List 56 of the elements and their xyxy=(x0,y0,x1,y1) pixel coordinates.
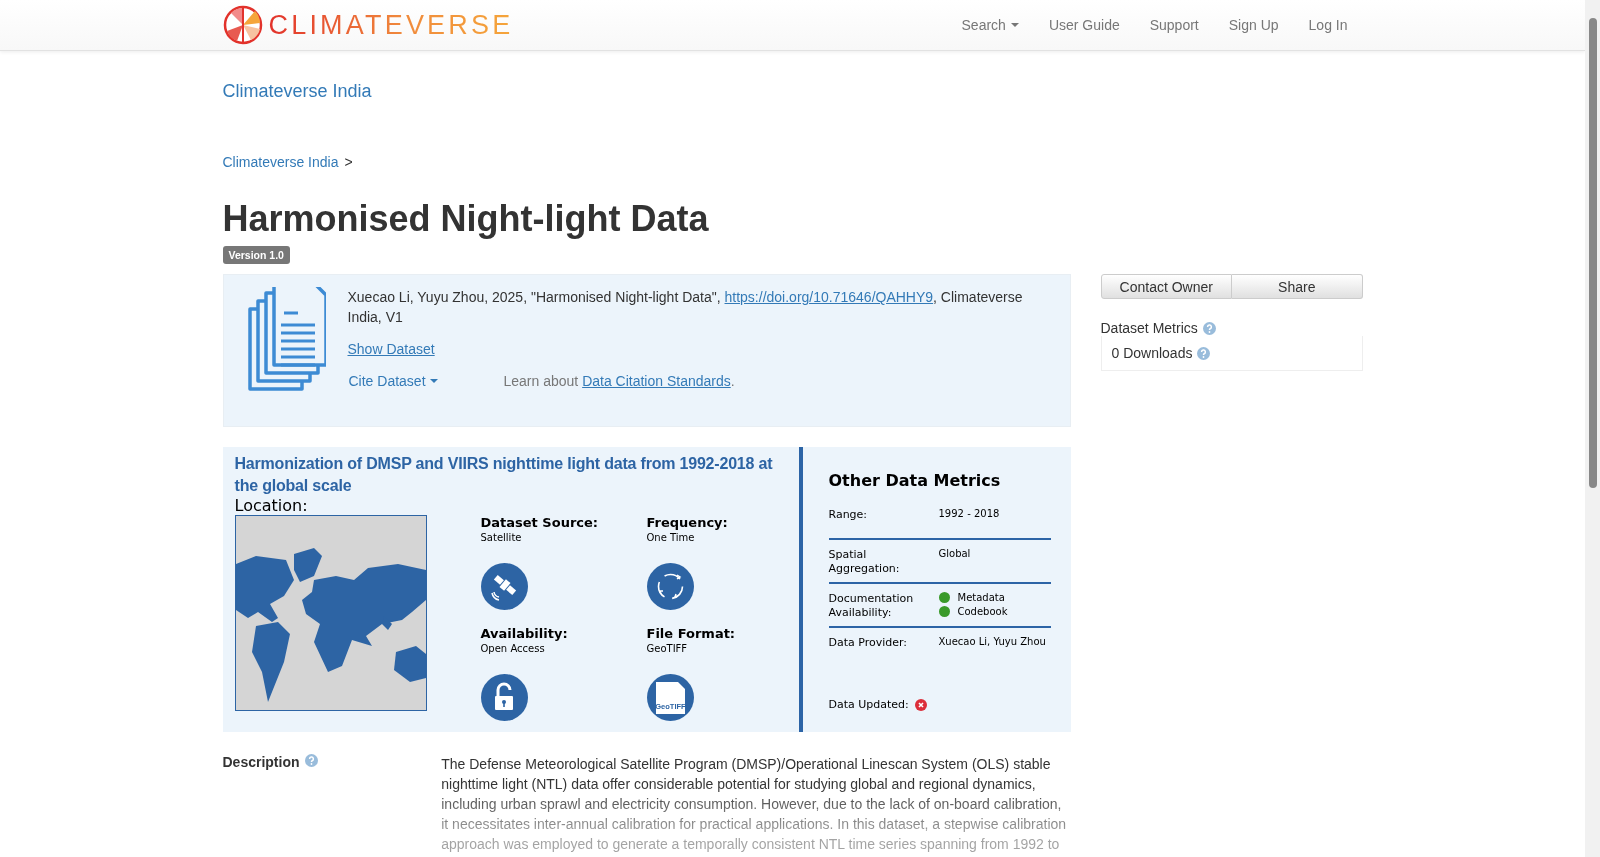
metric-value: 1992 - 2018 xyxy=(938,508,1000,521)
citation-text: Xuecao Li, Yuyu Zhou, 2025, "Harmonised Night-light Data", https://doi.org/10.71646/QAHHY9, Climateverse India, V1 xyxy=(347,288,1024,327)
fact-value: Open Access xyxy=(480,643,546,654)
citation-standards-link[interactable]: Data Citation Standards xyxy=(582,373,731,389)
metric-label: Range: xyxy=(828,508,869,523)
document-label: Metadata xyxy=(957,592,1005,603)
satellite-icon xyxy=(480,563,528,610)
caret-icon xyxy=(429,379,438,383)
fact-label: Dataset Source: xyxy=(480,515,600,530)
scrollbar-thumb[interactable] xyxy=(1588,18,1597,488)
infographic-title: Harmonization of DMSP and VIIRS nighttime light data from 1992-2018 at the global scale xyxy=(234,454,774,496)
citation-standards-text: Learn about Data Citation Standards. xyxy=(503,373,735,389)
collection-link[interactable]: Climateverse India xyxy=(222,81,1363,102)
metrics-heading: Other Data Metrics xyxy=(828,471,1002,490)
dataset-title: Harmonised Night-light Data xyxy=(222,198,710,240)
fact-label: Frequency: xyxy=(646,515,729,530)
help-icon[interactable] xyxy=(304,754,318,767)
breadcrumb-separator: > xyxy=(344,154,353,170)
version-badge: Version 1.0 xyxy=(222,246,290,264)
location-label: Location: xyxy=(234,497,309,515)
metrics-title: Dataset Metrics xyxy=(1100,320,1198,336)
action-button[interactable]: Contact Owner xyxy=(1100,274,1232,299)
nav-link[interactable]: Support xyxy=(1134,2,1214,48)
fact-label: Availability: xyxy=(480,626,569,641)
caret-icon xyxy=(1010,23,1019,27)
fact-label: File Format: xyxy=(646,626,737,641)
document-label: Codebook xyxy=(957,606,1008,617)
breadcrumb-link[interactable]: Climateverse India xyxy=(222,154,339,170)
metric-label: Data Updated: xyxy=(828,698,909,712)
fact-value: Satellite xyxy=(480,532,523,543)
metric-value: Xuecao Li, Yuyu Zhou xyxy=(938,636,1046,649)
cycle-icon xyxy=(646,563,694,610)
metric-label: Spatial Aggregation: xyxy=(828,548,901,576)
unlocked-padlock-icon xyxy=(480,674,528,721)
nav-link[interactable]: User Guide xyxy=(1033,2,1135,48)
doi-link[interactable]: https://doi.org/10.71646/QAHHY9 xyxy=(724,289,934,305)
logo-icon xyxy=(222,5,263,45)
scrollbar[interactable] xyxy=(1585,0,1600,857)
fact-value: One Time xyxy=(646,532,696,543)
cite-dataset-dropdown[interactable]: Cite Dataset xyxy=(347,373,504,389)
description-label: Description xyxy=(222,754,300,770)
description-text: The Defense Meteorological Satellite Program (DMSP)/Operational Linescan System (OLS) stable nighttime light (NTL) data offer considerable potential for studying global and regional dynamics, including urban sprawl and electricity consumption. However, due to the lack of on-board calibration, it necessitates inter-annual calibration for practical applications. In this dataset, a stepwise calibration approach was employed to generate a temporally consistent NTL time series spanning from 1992 to xyxy=(441,755,1068,854)
nav-link[interactable]: Search xyxy=(946,2,1034,48)
metric-label: Documentation Availability: xyxy=(828,592,915,620)
help-icon[interactable] xyxy=(1197,346,1211,360)
fact-value: GeoTIFF xyxy=(646,643,689,654)
documents-icon xyxy=(247,287,326,393)
show-dataset-link[interactable]: Show Dataset xyxy=(347,341,435,357)
climateverse-logo[interactable]: CLIMATEVERSE xyxy=(222,0,514,50)
nav-link[interactable]: Sign Up xyxy=(1213,2,1294,48)
downloads-count: 0 Downloads xyxy=(1111,345,1193,361)
help-icon[interactable] xyxy=(1202,321,1216,335)
metric-value: Global xyxy=(938,548,971,561)
metric-label: Data Provider: xyxy=(828,636,909,651)
nav-link[interactable]: Log In xyxy=(1293,2,1363,48)
action-button[interactable]: Share xyxy=(1232,274,1363,299)
